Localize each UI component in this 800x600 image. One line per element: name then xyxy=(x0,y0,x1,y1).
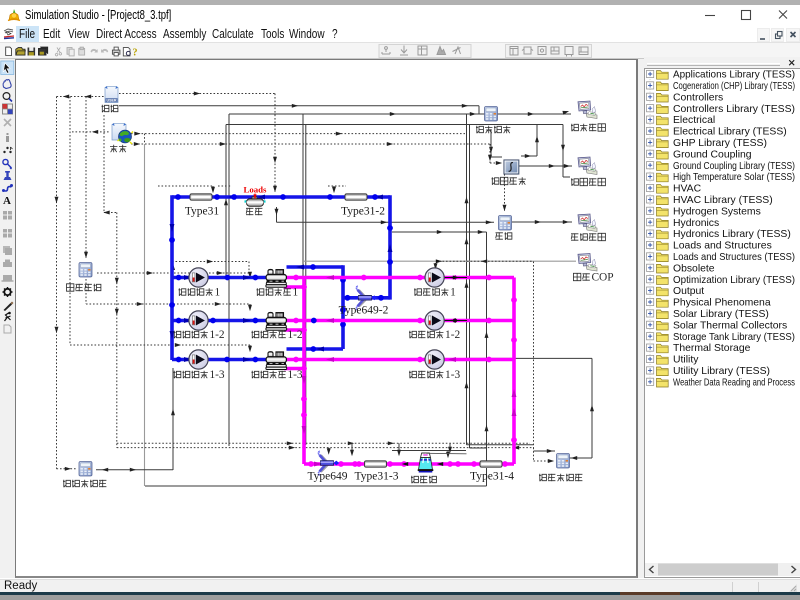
svg-text:Hydrogen Systems: Hydrogen Systems xyxy=(673,206,761,217)
svg-text:Ground Coupling Library (TESS): Ground Coupling Library (TESS) xyxy=(673,161,795,172)
svg-text:HVAC Library (TESS): HVAC Library (TESS) xyxy=(673,195,773,206)
svg-text:Weather Data Reading and Proce: Weather Data Reading and Process xyxy=(673,377,795,388)
svg-text:Controllers Library (TESS): Controllers Library (TESS) xyxy=(673,104,795,115)
svg-text:Physical Phenomena: Physical Phenomena xyxy=(673,298,771,309)
svg-text:Obsolete: Obsolete xyxy=(673,263,715,274)
svg-text:Solar Library (TESS): Solar Library (TESS) xyxy=(673,309,769,320)
svg-text:Utility Library (TESS): Utility Library (TESS) xyxy=(673,366,770,377)
svg-text:Ground Coupling: Ground Coupling xyxy=(673,149,752,160)
svg-text:Hydronics: Hydronics xyxy=(673,218,719,229)
svg-text:Utility: Utility xyxy=(673,355,699,366)
svg-text:Output: Output xyxy=(673,286,704,297)
svg-text:Electrical Library (TESS): Electrical Library (TESS) xyxy=(673,127,787,138)
svg-text:Hydronics Library (TESS): Hydronics Library (TESS) xyxy=(673,229,791,240)
svg-text:Controllers: Controllers xyxy=(673,92,723,103)
svg-text:Electrical: Electrical xyxy=(673,115,715,126)
svg-text:GHP Library (TESS): GHP Library (TESS) xyxy=(673,138,767,149)
svg-text:Loads and Structures: Loads and Structures xyxy=(673,241,772,252)
svg-text:Thermal Storage: Thermal Storage xyxy=(673,343,751,354)
svg-text:High Temperature Solar (TESS): High Temperature Solar (TESS) xyxy=(673,172,795,183)
svg-text:Storage Tank Library (TESS): Storage Tank Library (TESS) xyxy=(673,332,795,343)
svg-text:Loads and Structures (TESS): Loads and Structures (TESS) xyxy=(673,252,795,263)
svg-text:HVAC: HVAC xyxy=(673,184,702,195)
svg-text:Cogeneration (CHP) Library (TE: Cogeneration (CHP) Library (TESS) xyxy=(673,81,795,92)
svg-text:Optimization Library (TESS): Optimization Library (TESS) xyxy=(673,275,795,286)
svg-text:Applications Library (TESS): Applications Library (TESS) xyxy=(673,70,795,81)
svg-text:Solar Thermal Collectors: Solar Thermal Collectors xyxy=(673,320,787,331)
